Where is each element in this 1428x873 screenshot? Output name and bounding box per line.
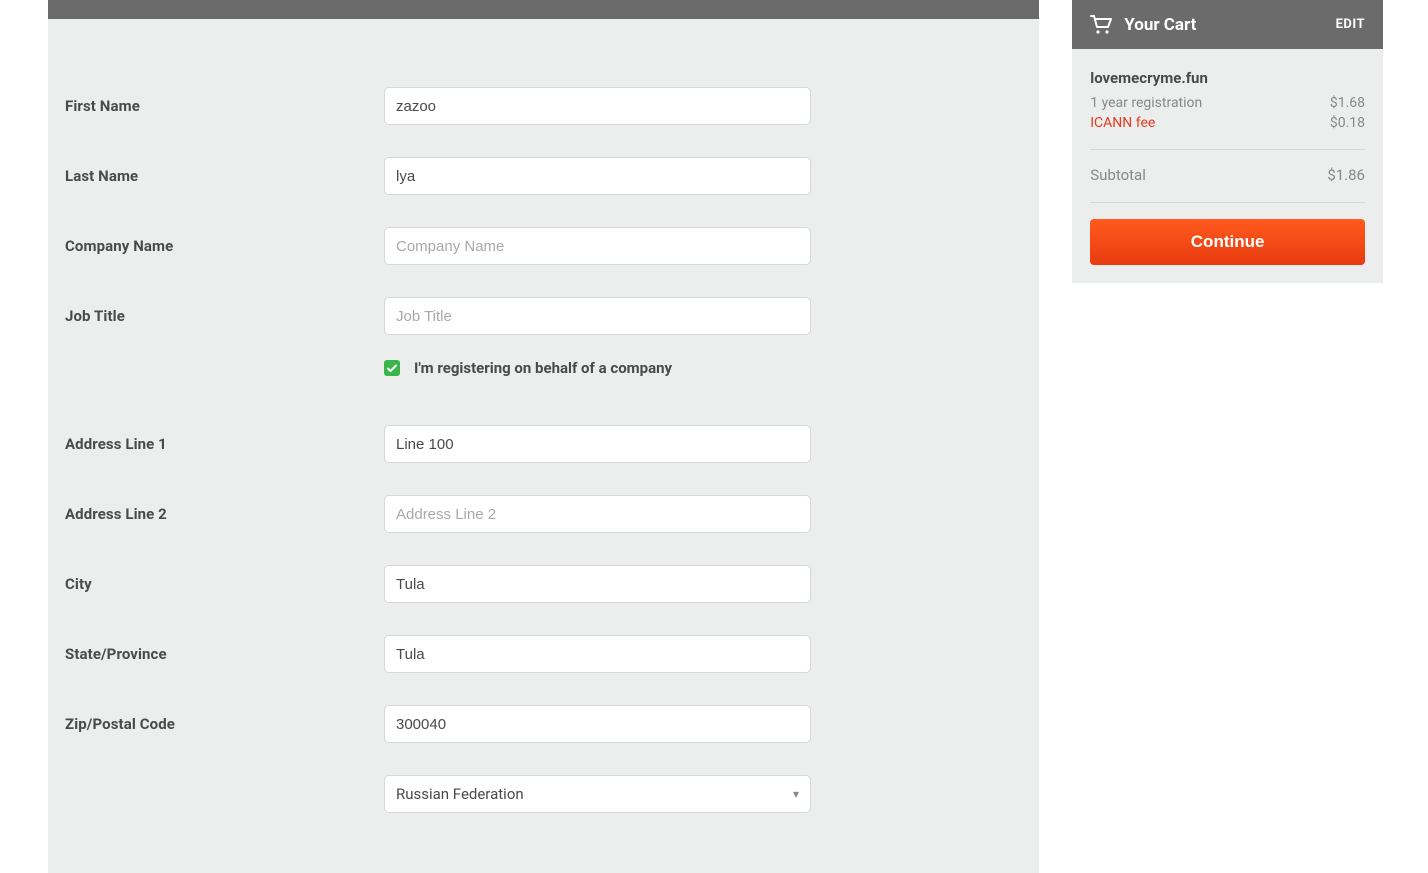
address1-label: Address Line 1	[65, 435, 384, 453]
company-checkbox[interactable]	[384, 360, 400, 376]
city-label: City	[65, 575, 384, 593]
cart-panel: Your Cart EDIT lovemecryme.fun 1 year re…	[1072, 0, 1383, 873]
first-name-label: First Name	[65, 97, 384, 115]
state-input[interactable]	[384, 635, 811, 673]
zip-input[interactable]	[384, 705, 811, 743]
country-value: Russian Federation	[396, 785, 524, 803]
cart-subtotal-price: $1.86	[1327, 166, 1365, 184]
city-input[interactable]	[384, 565, 811, 603]
cart-edit-link[interactable]: EDIT	[1336, 17, 1365, 32]
top-bar	[48, 0, 1039, 19]
cart-reg-price: $1.68	[1330, 95, 1365, 111]
cart-fee-price: $0.18	[1330, 115, 1365, 131]
job-title-label: Job Title	[65, 307, 384, 325]
cart-icon	[1090, 15, 1112, 35]
cart-reg-label: 1 year registration	[1090, 95, 1202, 111]
address2-input[interactable]	[384, 495, 811, 533]
divider	[1090, 149, 1365, 150]
job-title-input[interactable]	[384, 297, 811, 335]
address1-input[interactable]	[384, 425, 811, 463]
state-label: State/Province	[65, 645, 384, 663]
country-select[interactable]: Russian Federation ▾	[384, 775, 811, 813]
company-name-input[interactable]	[384, 227, 811, 265]
address2-label: Address Line 2	[65, 505, 384, 523]
first-name-input[interactable]	[384, 87, 811, 125]
company-name-label: Company Name	[65, 237, 384, 255]
cart-title: Your Cart	[1124, 15, 1196, 35]
cart-fee-label: ICANN fee	[1090, 115, 1155, 131]
last-name-label: Last Name	[65, 167, 384, 185]
company-checkbox-label: I'm registering on behalf of a company	[414, 359, 672, 377]
divider	[1090, 202, 1365, 203]
check-icon	[387, 364, 397, 373]
continue-button[interactable]: Continue	[1090, 219, 1365, 265]
chevron-down-icon: ▾	[793, 787, 799, 801]
last-name-input[interactable]	[384, 157, 811, 195]
form-panel: First Name Last Name Company Name Job Ti…	[48, 0, 1039, 873]
cart-subtotal-label: Subtotal	[1090, 166, 1146, 184]
cart-domain: lovemecryme.fun	[1090, 69, 1365, 87]
zip-label: Zip/Postal Code	[65, 715, 384, 733]
